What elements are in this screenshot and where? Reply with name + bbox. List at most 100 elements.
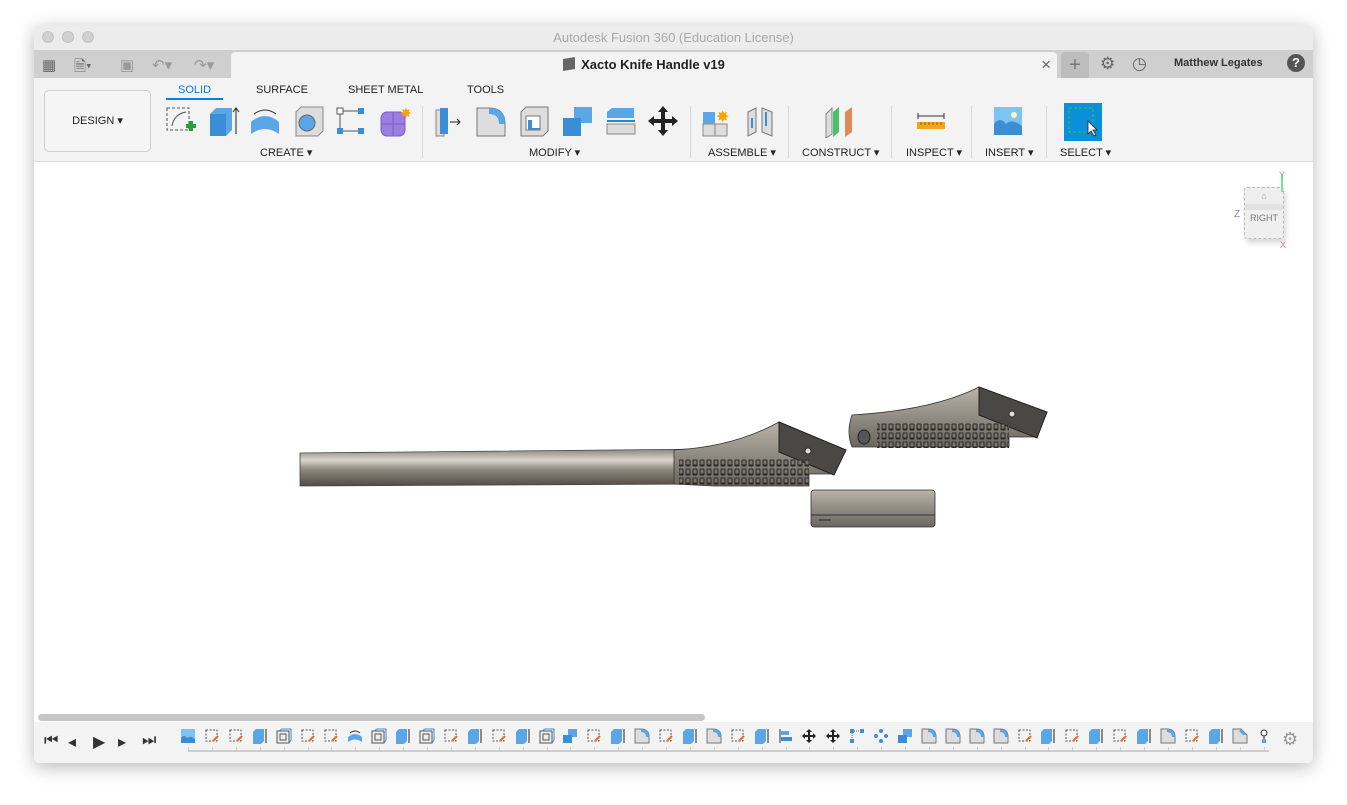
timeline-feature-fillet-icon[interactable] [969,728,985,744]
timeline-feature-combine-icon[interactable] [897,728,913,744]
job-status-clock-icon[interactable]: ◷ [1132,54,1147,74]
close-window-button[interactable] [42,31,54,43]
joint-icon[interactable] [744,104,778,138]
tab-surface[interactable]: SURFACE [256,84,308,96]
go-to-end-icon[interactable]: ⏭ [142,732,156,750]
save-icon[interactable]: ▣ [120,56,134,74]
timeline-feature-canvas-icon[interactable] [180,728,196,744]
timeline-feature-fillet-icon[interactable] [706,728,722,744]
timeline-feature-extrude-icon[interactable] [682,728,698,744]
timeline-feature-fillet-icon[interactable] [945,728,961,744]
timeline-feature-move-icon[interactable] [825,728,841,744]
timeline-feature-shell-icon[interactable] [539,728,555,744]
insert-canvas-icon[interactable] [991,104,1025,138]
timeline-feature-sketch-icon[interactable] [204,728,220,744]
offset-plane-icon[interactable] [823,104,857,138]
workspace-switcher[interactable]: DESIGN ▾ [44,90,151,152]
fillet-icon[interactable] [474,104,508,138]
step-forward-icon[interactable]: ▸ [118,732,126,752]
timeline-feature-sketch-icon[interactable] [443,728,459,744]
timeline-feature-shell-icon[interactable] [371,728,387,744]
offset-face-icon[interactable] [604,104,638,138]
hole-icon[interactable] [292,104,326,138]
select-icon[interactable] [1064,103,1102,141]
measure-icon[interactable] [914,104,948,138]
redo-icon[interactable]: ↷▾ [194,56,214,74]
timeline-feature-sketch-icon[interactable] [228,728,244,744]
timeline-feature-fillet-icon[interactable] [921,728,937,744]
press-pull-icon[interactable] [432,104,466,138]
pattern-icon[interactable] [334,104,368,138]
timeline-feature-extrude-icon[interactable] [1040,728,1056,744]
timeline-feature-sketch-icon[interactable] [1017,728,1033,744]
blade-cap-part[interactable] [810,489,936,528]
close-tab-icon[interactable]: × [1041,52,1051,78]
timeline-feature-extrude-icon[interactable] [515,728,531,744]
timeline-settings-gear-icon[interactable]: ⚙ [1282,729,1298,750]
play-icon[interactable]: ▶ [93,732,105,752]
app-grid-icon[interactable]: ▦ [42,56,56,74]
undo-icon[interactable]: ↶▾ [152,56,172,74]
move-copy-icon[interactable] [646,104,680,138]
canvas-viewport[interactable]: ⌂ RIGHT Y Z X [34,162,1313,714]
viewcube-face-right[interactable]: RIGHT [1245,213,1283,223]
handle-part-loose[interactable] [848,386,1048,448]
timeline-feature-sketch-icon[interactable] [1184,728,1200,744]
new-component-icon[interactable]: ✸ [700,104,734,138]
construct-menu[interactable]: CONSTRUCT ▾ [802,146,879,159]
timeline-feature-extrude-icon[interactable] [252,728,268,744]
document-tab[interactable]: Xacto Knife Handle v19 × [231,52,1057,78]
timeline-feature-pattern-icon[interactable] [873,728,889,744]
timeline-feature-sketch-icon[interactable] [730,728,746,744]
shell-icon[interactable] [518,104,552,138]
zoom-window-button[interactable] [82,31,94,43]
timeline-feature-pattern-sketch-icon[interactable] [849,728,865,744]
go-to-start-icon[interactable]: ⏮ [44,732,58,750]
timeline-feature-shell-icon[interactable] [276,728,292,744]
timeline-feature-extrude-icon[interactable] [754,728,770,744]
create-form-icon[interactable]: ✸ [378,104,412,138]
timeline-feature-sketch-icon[interactable] [1112,728,1128,744]
timeline-feature-align-icon[interactable] [778,728,794,744]
revolve-icon[interactable] [248,104,282,138]
create-menu[interactable]: CREATE ▾ [260,146,312,159]
timeline-feature-joint-icon[interactable] [1256,728,1272,744]
extensions-icon[interactable]: ⚙ [1100,54,1115,74]
create-sketch-icon[interactable] [164,104,198,138]
timeline-feature-extrude-icon[interactable] [1136,728,1152,744]
timeline-feature-sketch-icon[interactable] [300,728,316,744]
timeline-feature-extrude-icon[interactable] [395,728,411,744]
tab-tools[interactable]: TOOLS [467,84,504,96]
timeline-feature-sketch-icon[interactable] [491,728,507,744]
user-name[interactable]: Matthew Legates [1174,57,1263,69]
insert-menu[interactable]: INSERT ▾ [985,146,1034,159]
timeline-feature-sketch-icon[interactable] [323,728,339,744]
timeline-feature-move-icon[interactable] [801,728,817,744]
timeline-feature-extrude-icon[interactable] [610,728,626,744]
timeline-feature-fillet-icon[interactable] [634,728,650,744]
timeline-feature-sketch-icon[interactable] [658,728,674,744]
timeline-feature-sketch-icon[interactable] [1064,728,1080,744]
modify-menu[interactable]: MODIFY ▾ [529,146,580,159]
step-back-icon[interactable]: ◂ [68,732,76,752]
select-menu[interactable]: SELECT ▾ [1060,146,1111,159]
viewcube[interactable]: ⌂ RIGHT [1244,187,1284,239]
timeline-feature-extrude-icon[interactable] [467,728,483,744]
assemble-menu[interactable]: ASSEMBLE ▾ [708,146,776,159]
timeline-feature-sketch-icon[interactable] [586,728,602,744]
handle-part-assembled[interactable] [299,421,847,487]
tab-solid[interactable]: SOLID [166,84,224,100]
timeline-feature-chamfer-icon[interactable] [1232,728,1248,744]
timeline-feature-combine-icon[interactable] [562,728,578,744]
model-view[interactable] [34,162,1313,714]
extrude-icon[interactable] [206,104,240,138]
timeline-feature-extrude-icon[interactable] [1208,728,1224,744]
home-icon[interactable]: ⌂ [1245,191,1283,201]
inspect-menu[interactable]: INSPECT ▾ [906,146,962,159]
tab-sheet-metal[interactable]: SHEET METAL [348,84,423,96]
combine-icon[interactable] [560,104,594,138]
timeline-feature-fillet-icon[interactable] [1160,728,1176,744]
help-icon[interactable]: ? [1287,54,1305,72]
minimize-window-button[interactable] [62,31,74,43]
timeline-feature-extrude-icon[interactable] [1088,728,1104,744]
